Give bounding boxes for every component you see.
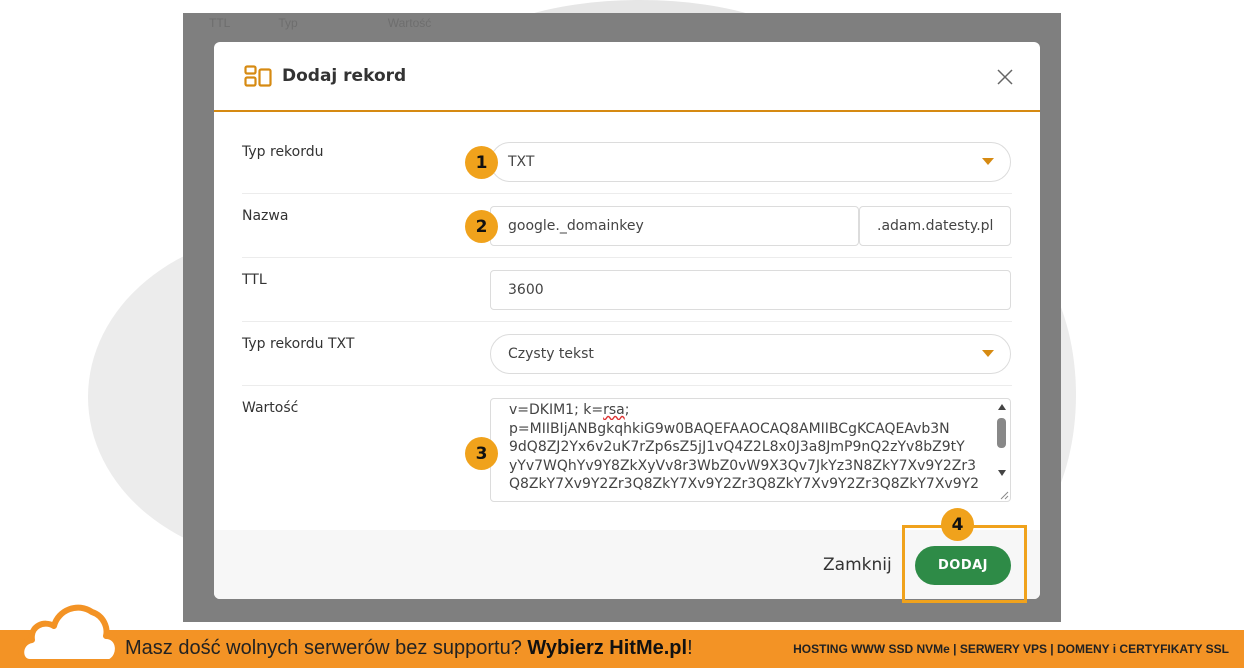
value-label: Wartość	[242, 400, 299, 416]
scroll-up-icon[interactable]	[998, 404, 1006, 410]
txt-type-label: Typ rekordu TXT	[242, 336, 355, 352]
ttl-value: 3600	[508, 282, 544, 298]
modal-header: Dodaj rekord	[214, 42, 1040, 112]
ttl-label: TTL	[242, 272, 267, 288]
page: TTL Typ Wartość Dodaj rekord Typ rekordu	[0, 0, 1244, 668]
cloud-icon	[18, 604, 121, 665]
name-value: google._domainkey	[508, 218, 644, 234]
promo-banner: Masz dość wolnych serwerów bez supportu?…	[0, 630, 1244, 668]
step-badge-4: 4	[941, 508, 974, 541]
textarea-line: v=DKIM1; k=rsa;	[509, 402, 630, 418]
domain-suffix-text: .adam.datesty.pl	[877, 218, 994, 234]
resize-grip-icon[interactable]	[997, 488, 1009, 500]
textarea-line: 9dQ8ZJ2Yx6v2uK7rZp6sZ5jJ1vQ4Z2L8x0J3a8Jm…	[509, 439, 965, 455]
background-table-headers: TTL Typ Wartość	[209, 16, 431, 30]
value-textarea[interactable]: v=DKIM1; k=rsa; p=MIIBIjANBgkqhkiG9w0BAQ…	[490, 398, 1011, 502]
add-record-modal: Dodaj rekord Typ rekordu TXT 1 Nazwa goo…	[214, 42, 1040, 599]
scroll-thumb[interactable]	[997, 418, 1006, 448]
name-label: Nazwa	[242, 208, 289, 224]
layout-icon	[244, 65, 272, 87]
scroll-down-icon[interactable]	[998, 470, 1006, 476]
banner-link[interactable]: Wybierz HitMe.pl	[527, 637, 687, 659]
ttl-input[interactable]: 3600	[490, 270, 1011, 310]
step-badge-3: 3	[465, 437, 498, 470]
close-button[interactable]: Zamknij	[823, 555, 892, 575]
step-badge-2: 2	[465, 210, 498, 243]
modal-title: Dodaj rekord	[282, 66, 407, 86]
textarea-line: Q8ZkY7Xv9Y2Zr3Q8ZkY7Xv9Y2Zr3Q8ZkY7Xv9Y2Z…	[509, 476, 980, 492]
chevron-down-icon	[982, 158, 994, 165]
table-header: Wartość	[387, 16, 432, 30]
banner-services: HOSTING WWW SSD NVMe | SERWERY VPS | DOM…	[793, 642, 1229, 656]
record-type-label: Typ rekordu	[242, 144, 324, 160]
txt-type-value: Czysty tekst	[508, 346, 594, 362]
textarea-scrollbar[interactable]	[995, 402, 1009, 482]
record-type-value: TXT	[508, 154, 535, 170]
chevron-down-icon	[982, 350, 994, 357]
textarea-line: p=MIIBIjANBgkqhkiG9w0BAQEFAAOCAQ8AMIIBCg…	[509, 420, 950, 437]
table-header: TTL	[209, 16, 231, 30]
table-header: Typ	[278, 16, 298, 30]
step-badge-1: 1	[465, 146, 498, 179]
txt-type-select[interactable]: Czysty tekst	[490, 334, 1011, 374]
spellcheck-flag: rsa	[603, 402, 625, 418]
close-icon[interactable]	[994, 66, 1016, 88]
name-input[interactable]: google._domainkey	[490, 206, 859, 246]
banner-text: Masz dość wolnych serwerów bez supportu?…	[125, 637, 693, 659]
textarea-line: yYv7WQhYv9Y8ZkXyVv8r3WbZ0vW9X3Qv7JkYz3N8…	[509, 457, 977, 474]
domain-suffix: .adam.datesty.pl	[859, 206, 1011, 246]
record-type-select[interactable]: TXT	[490, 142, 1011, 182]
